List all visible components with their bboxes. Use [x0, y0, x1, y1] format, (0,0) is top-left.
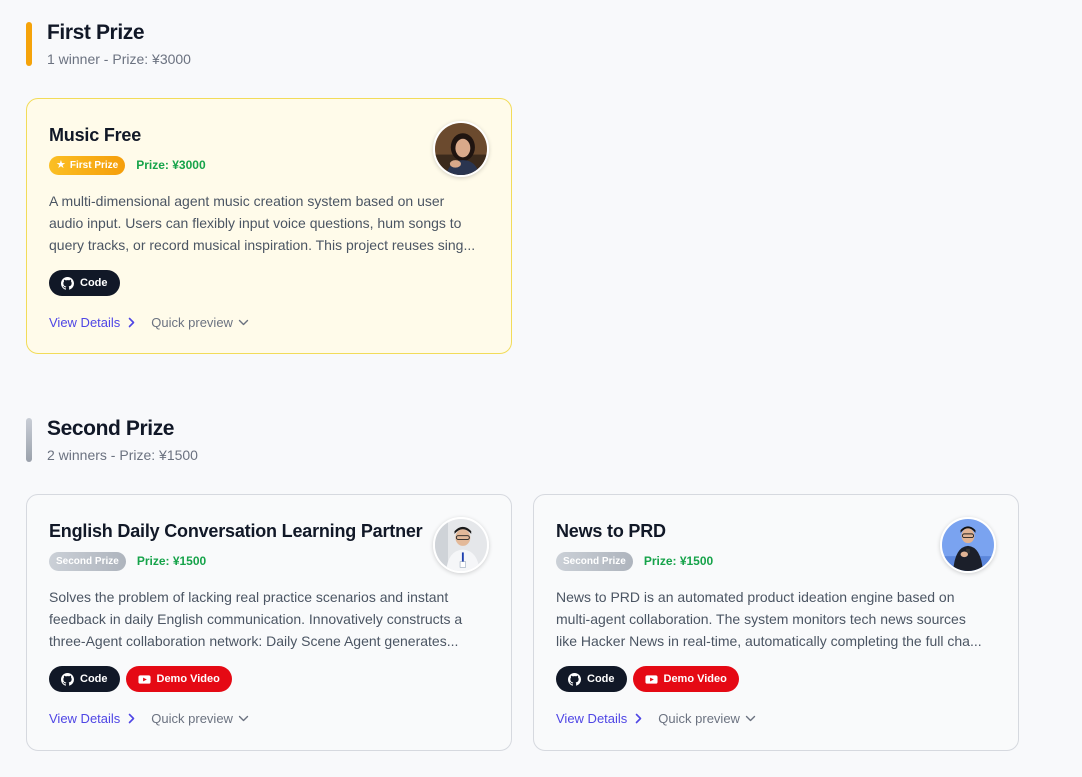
- demo-video-button[interactable]: Demo Video: [632, 666, 739, 692]
- code-button-label: Code: [587, 673, 615, 685]
- view-details-link[interactable]: View Details: [556, 711, 642, 726]
- code-button[interactable]: Code: [49, 270, 120, 296]
- project-card-news-to-prd: News to PRD Second Prize Prize: ¥1500 Ne…: [533, 494, 1019, 751]
- section-title: First Prize: [47, 21, 145, 44]
- card-actions: Code Demo Video: [556, 666, 996, 692]
- section-header: Second Prize 2 winners - Prize: ¥1500: [26, 416, 198, 464]
- view-details-label: View Details: [49, 314, 121, 330]
- section-title: Second Prize: [47, 417, 175, 440]
- section-accent-bar: [26, 418, 32, 462]
- second-prize-badge: Second Prize: [49, 551, 126, 571]
- code-button-label: Code: [80, 277, 108, 289]
- prize-amount: Prize: ¥3000: [136, 158, 206, 172]
- avatar: [433, 517, 489, 573]
- code-button-label: Code: [80, 673, 108, 685]
- demo-video-label: Demo Video: [156, 673, 220, 685]
- quick-preview-toggle[interactable]: Quick preview: [658, 711, 756, 726]
- demo-video-label: Demo Video: [663, 673, 727, 685]
- card-footer: View Details Quick preview: [556, 709, 996, 727]
- chevron-down-icon: [238, 715, 249, 722]
- avatar: [940, 517, 996, 573]
- first-prize-badge: ★ First Prize: [49, 155, 126, 175]
- card-footer: View Details Quick preview: [49, 313, 489, 331]
- card-title: Music Free: [49, 125, 142, 145]
- chevron-down-icon: [238, 319, 249, 326]
- description-line: News to PRD is an automated product idea…: [556, 589, 955, 605]
- card-description: News to PRD is an automated product idea…: [556, 586, 998, 652]
- card-actions: Code Demo Video: [49, 666, 489, 692]
- quick-preview-label: Quick preview: [151, 710, 233, 726]
- section-accent-bar: [26, 22, 32, 66]
- prize-amount: Prize: ¥1500: [136, 554, 207, 568]
- chevron-right-icon: [128, 317, 135, 328]
- card-badges: Second Prize Prize: ¥1500: [49, 551, 489, 571]
- avatar: [433, 121, 489, 177]
- description-line: audio input. Users can flexibly input vo…: [49, 215, 462, 231]
- card-title: English Daily Conversation Learning Part…: [49, 521, 423, 541]
- chevron-right-icon: [128, 713, 135, 724]
- github-icon: [568, 672, 581, 686]
- section-subtitle: 2 winners - Prize: ¥1500: [47, 447, 198, 463]
- quick-preview-toggle[interactable]: Quick preview: [151, 711, 249, 726]
- card-badges: Second Prize Prize: ¥1500: [556, 551, 996, 571]
- second-prize-badge: Second Prize: [556, 551, 633, 571]
- card-description: A multi-dimensional agent music creation…: [49, 190, 491, 256]
- description-line: Solves the problem of lacking real pract…: [49, 589, 449, 605]
- project-card-english-daily: English Daily Conversation Learning Part…: [26, 494, 512, 751]
- github-icon: [61, 276, 74, 290]
- prize-amount: Prize: ¥1500: [643, 554, 714, 568]
- chevron-down-icon: [745, 715, 756, 722]
- card-footer: View Details Quick preview: [49, 709, 489, 727]
- project-card-music-free: Music Free ★ First Prize Prize: ¥3000 A …: [26, 98, 512, 354]
- description-line: like Hacker News in real-time, automatic…: [556, 633, 982, 649]
- view-details-link[interactable]: View Details: [49, 315, 135, 330]
- youtube-icon: [644, 673, 658, 686]
- badge-label: Second Prize: [56, 555, 119, 567]
- section-first-prize: First Prize 1 winner - Prize: ¥3000: [26, 20, 191, 68]
- demo-video-button[interactable]: Demo Video: [125, 666, 232, 692]
- quick-preview-toggle[interactable]: Quick preview: [151, 315, 249, 330]
- chevron-right-icon: [635, 713, 642, 724]
- view-details-label: View Details: [49, 710, 121, 726]
- card-title: News to PRD: [556, 521, 666, 541]
- github-icon: [61, 672, 74, 686]
- quick-preview-label: Quick preview: [658, 710, 740, 726]
- code-button[interactable]: Code: [49, 666, 120, 692]
- view-details-link[interactable]: View Details: [49, 711, 135, 726]
- section-subtitle: 1 winner - Prize: ¥3000: [47, 51, 191, 67]
- youtube-icon: [137, 673, 151, 686]
- star-icon: ★: [56, 158, 66, 171]
- quick-preview-label: Quick preview: [151, 314, 233, 330]
- badge-label: Second Prize: [563, 555, 626, 567]
- description-line: multi-agent collaboration. The system mo…: [556, 611, 966, 627]
- description-line: three-Agent collaboration network: Daily…: [49, 633, 459, 649]
- description-line: A multi-dimensional agent music creation…: [49, 193, 445, 209]
- card-badges: ★ First Prize Prize: ¥3000: [49, 155, 489, 175]
- description-line: feedback in daily English communication.…: [49, 611, 463, 627]
- section-header: First Prize 1 winner - Prize: ¥3000: [26, 20, 191, 68]
- section-second-prize: Second Prize 2 winners - Prize: ¥1500: [26, 416, 198, 464]
- code-button[interactable]: Code: [556, 666, 627, 692]
- badge-label: First Prize: [69, 159, 119, 171]
- view-details-label: View Details: [556, 710, 628, 726]
- card-actions: Code: [49, 270, 489, 296]
- card-description: Solves the problem of lacking real pract…: [49, 586, 491, 652]
- description-line: query tracks, or record musical inspirat…: [49, 237, 476, 253]
